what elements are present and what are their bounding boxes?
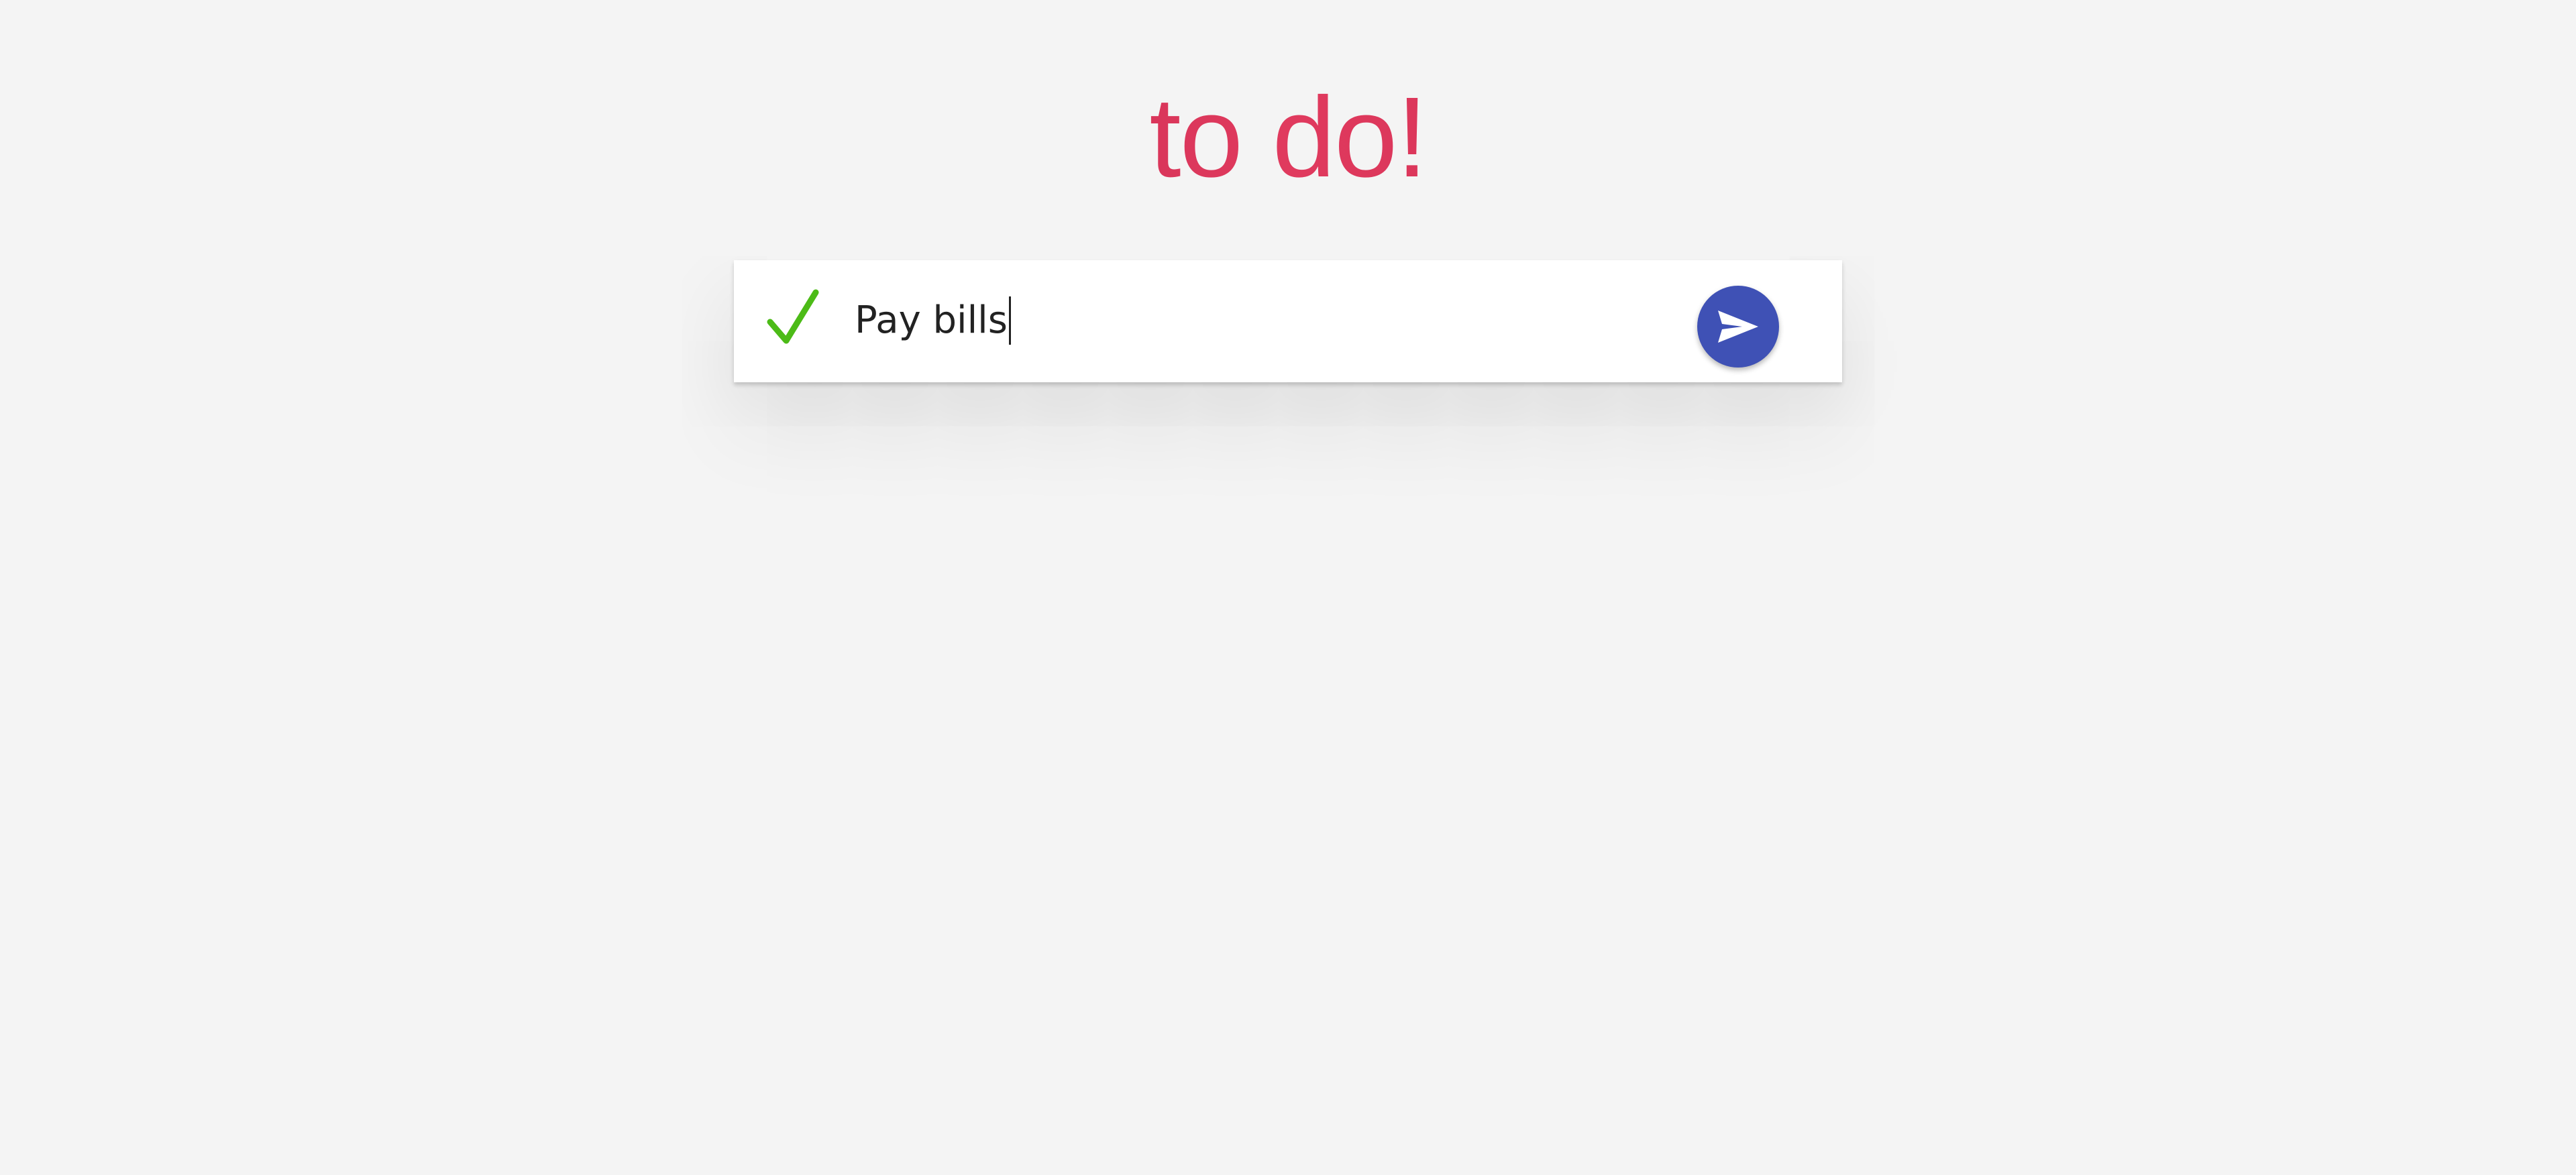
page-title: to do! [0,80,2576,194]
todo-app: to do! Pay bills [0,0,2576,1175]
send-icon [1718,311,1758,343]
todo-entry-bar: Pay bills [734,260,1842,382]
check-icon[interactable] [766,287,820,347]
send-button[interactable] [1697,286,1779,368]
todo-input[interactable] [855,287,1660,354]
text-caret [1009,296,1011,345]
